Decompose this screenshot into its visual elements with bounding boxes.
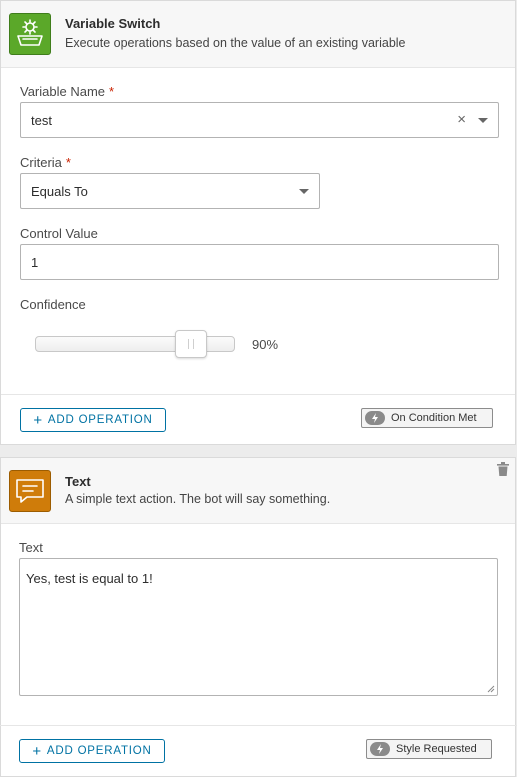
style-requested-badge[interactable]: Style Requested [366, 739, 492, 759]
chevron-down-icon[interactable] [299, 189, 309, 194]
sink-icon [9, 13, 51, 55]
chevron-down-icon[interactable] [478, 118, 488, 123]
add-operation-label: ADD OPERATION [47, 414, 153, 426]
required-mark: * [65, 155, 71, 170]
lightning-icon [370, 742, 390, 756]
control-value-label: Control Value [20, 226, 98, 241]
add-operation-button[interactable]: + ADD OPERATION [19, 739, 165, 763]
criteria-label-text: Criteria [20, 155, 62, 170]
card-subtitle: Execute operations based on the value of… [65, 36, 406, 50]
variable-name-label: Variable Name * [20, 84, 114, 99]
trash-icon[interactable] [497, 462, 509, 476]
text-value: Yes, test is equal to 1! [26, 571, 153, 586]
resize-handle-icon[interactable] [487, 685, 495, 693]
lightning-icon [365, 411, 385, 425]
text-field-label: Text [19, 540, 43, 555]
variable-name-value: test [31, 112, 52, 128]
add-operation-button[interactable]: + ADD OPERATION [20, 408, 166, 432]
variable-switch-card: Variable Switch Execute operations based… [0, 0, 516, 445]
on-condition-met-badge[interactable]: On Condition Met [361, 408, 493, 428]
control-value-input[interactable]: 1 [20, 244, 499, 280]
grip-icon [188, 339, 195, 349]
divider [1, 394, 515, 395]
criteria-value: Equals To [31, 183, 88, 199]
confidence-value: 90% [252, 337, 279, 352]
card-subtitle: A simple text action. The bot will say s… [65, 492, 331, 506]
card-title: Variable Switch [65, 16, 161, 31]
badge-label: On Condition Met [391, 412, 477, 424]
confidence-slider-handle[interactable] [175, 330, 208, 358]
control-value-text: 1 [31, 254, 39, 270]
required-mark: * [109, 84, 115, 99]
divider [0, 725, 517, 726]
criteria-select[interactable]: Equals To [20, 173, 320, 209]
variable-name-select[interactable]: test × [20, 102, 499, 138]
variable-name-label-text: Variable Name [20, 84, 106, 99]
variable-switch-header: Variable Switch Execute operations based… [1, 1, 515, 68]
chat-bubble-icon [9, 470, 51, 512]
text-textarea[interactable]: Yes, test is equal to 1! [19, 558, 498, 696]
card-title: Text [65, 474, 91, 489]
plus-icon: + [32, 742, 42, 760]
clear-icon[interactable]: × [457, 111, 466, 129]
confidence-label: Confidence [20, 297, 86, 312]
criteria-label: Criteria * [20, 155, 71, 170]
text-action-header: Text A simple text action. The bot will … [1, 458, 515, 524]
add-operation-label: ADD OPERATION [46, 745, 152, 757]
badge-label: Style Requested [396, 743, 477, 755]
plus-icon: + [33, 411, 43, 429]
